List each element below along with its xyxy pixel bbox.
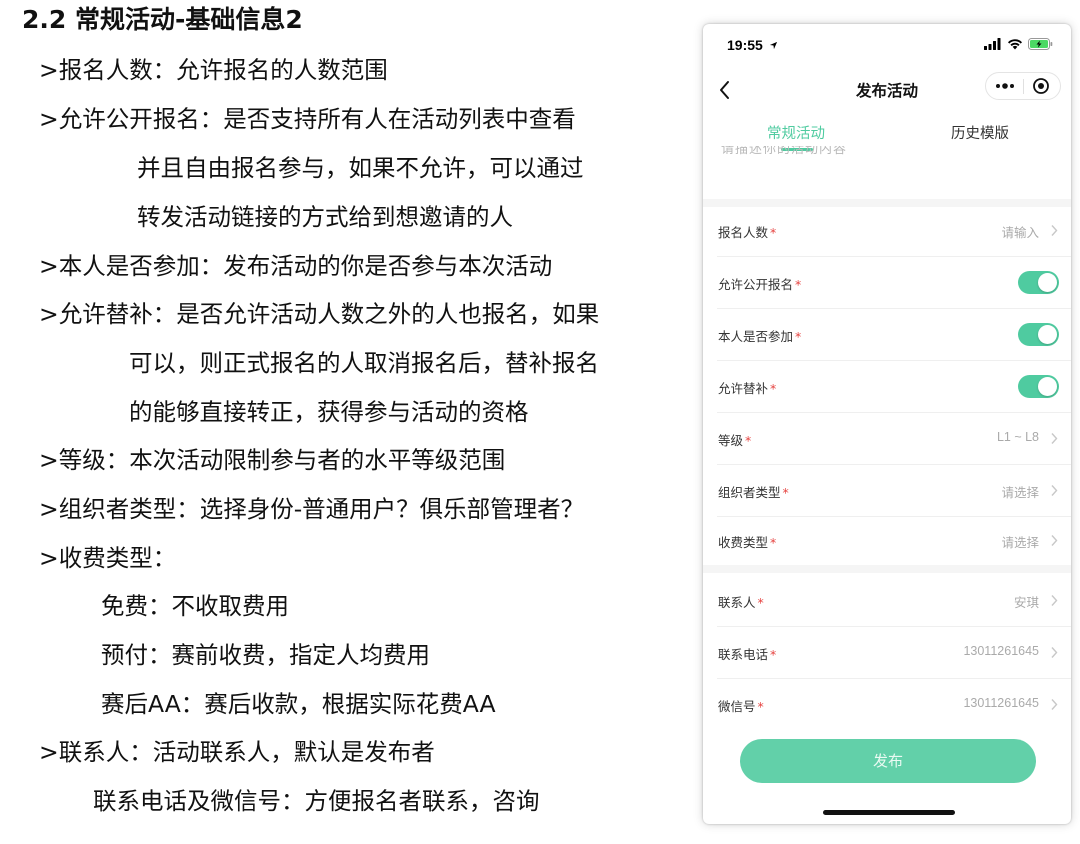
- required-mark: *: [745, 433, 752, 448]
- row-label: 报名人数 *: [718, 225, 777, 240]
- toggle-knob: [1038, 273, 1057, 292]
- phone-screen: 19:55 发布活动 常规活动 历史模版 请描述你的活动内容 报名人数 * 请输…: [703, 24, 1071, 824]
- doc-line: 的能够直接转正，获得参与活动的资格: [129, 398, 529, 426]
- row-label: 联系人 *: [718, 595, 764, 610]
- chevron-right-icon: [1051, 647, 1058, 658]
- description-text-cut: 请描述你的活动内容: [721, 146, 891, 158]
- required-mark: *: [795, 329, 802, 344]
- row-label: 组织者类型 *: [718, 485, 789, 500]
- form-row-wechat[interactable]: 微信号 * 13011261645: [703, 679, 1071, 731]
- doc-line: 赛后AA：赛后收款，根据实际花费AA: [101, 690, 496, 718]
- doc-line: 并且自由报名参与，如果不允许，可以通过: [137, 154, 584, 182]
- signal-icon: [984, 38, 1001, 50]
- form-row-public-signup: 允许公开报名 *: [703, 257, 1071, 309]
- home-indicator[interactable]: [823, 810, 955, 815]
- doc-title: 2.2 常规活动-基础信息2: [22, 5, 303, 34]
- capsule-divider: [1023, 79, 1024, 94]
- status-time-text: 19:55: [727, 37, 763, 53]
- chevron-right-icon: [1051, 699, 1058, 710]
- location-arrow-icon: [769, 41, 777, 50]
- doc-line: >允许替补：是否允许活动人数之外的人也报名，如果: [39, 300, 600, 328]
- doc-line: 可以，则正式报名的人取消报名后，替补报名: [129, 349, 599, 377]
- more-dots-icon[interactable]: [994, 79, 1016, 93]
- battery-charging-icon: [1028, 38, 1053, 50]
- required-mark: *: [782, 485, 789, 500]
- form-row-organizer-type[interactable]: 组织者类型 * 请选择: [703, 465, 1071, 517]
- required-mark: *: [770, 381, 777, 396]
- description-text: 请描述你的活动内容: [721, 146, 848, 157]
- tab-regular-activity[interactable]: 常规活动: [736, 122, 856, 143]
- toggle-knob: [1038, 325, 1057, 344]
- fee-type-select[interactable]: 请选择: [1001, 532, 1039, 551]
- row-label: 允许替补 *: [718, 381, 777, 396]
- form-row-phone[interactable]: 联系电话 * 13011261645: [703, 627, 1071, 679]
- row-label: 允许公开报名 *: [718, 277, 802, 292]
- wifi-icon: [1008, 39, 1022, 50]
- required-mark: *: [770, 647, 777, 662]
- signup-count-input[interactable]: 请输入: [1001, 222, 1039, 241]
- doc-line: >收费类型：: [39, 544, 177, 572]
- publish-button[interactable]: 发布: [740, 739, 1036, 783]
- chevron-right-icon: [1051, 433, 1058, 444]
- public-signup-toggle[interactable]: [1018, 271, 1059, 294]
- form-row-contact[interactable]: 联系人 * 安琪: [703, 575, 1071, 627]
- required-mark: *: [795, 277, 802, 292]
- status-icons: [984, 38, 1053, 50]
- nav-bar: 发布活动: [703, 68, 1071, 112]
- miniprogram-capsule: [985, 72, 1061, 100]
- self-join-toggle[interactable]: [1018, 323, 1059, 346]
- doc-line: >报名人数：允许报名的人数范围: [39, 56, 388, 84]
- doc-line: >允许公开报名：是否支持所有人在活动列表中查看: [39, 105, 576, 133]
- form-row-substitute: 允许替补 *: [703, 361, 1071, 413]
- doc-line: 转发活动链接的方式给到想邀请的人: [137, 203, 513, 231]
- row-label: 联系电话 *: [718, 647, 777, 662]
- required-mark: *: [757, 595, 764, 610]
- form-row-fee-type[interactable]: 收费类型 * 请选择: [703, 515, 1071, 567]
- status-time: 19:55: [727, 37, 778, 53]
- contact-name-input[interactable]: 安琪: [1014, 592, 1039, 611]
- form-row-signup-count[interactable]: 报名人数 * 请输入: [703, 205, 1071, 257]
- doc-line: 预付：赛前收费，指定人均费用: [101, 641, 430, 669]
- level-range-value[interactable]: L1 ~ L8: [997, 430, 1039, 444]
- status-bar: 19:55: [703, 24, 1071, 68]
- chevron-right-icon: [1051, 595, 1058, 606]
- organizer-type-select[interactable]: 请选择: [1001, 482, 1039, 501]
- chevron-right-icon: [1051, 535, 1058, 546]
- required-mark: *: [770, 225, 777, 240]
- doc-line: 免费：不收取费用: [101, 592, 289, 620]
- chevron-right-icon: [1051, 485, 1058, 496]
- close-target-icon[interactable]: [1032, 77, 1050, 95]
- row-label: 收费类型 *: [718, 535, 777, 550]
- chevron-right-icon: [1051, 225, 1058, 236]
- row-label: 等级 *: [718, 433, 752, 448]
- doc-line: 联系电话及微信号：方便报名者联系，咨询: [93, 787, 540, 815]
- required-mark: *: [770, 535, 777, 550]
- substitute-toggle[interactable]: [1018, 375, 1059, 398]
- row-label: 本人是否参加 *: [718, 329, 802, 344]
- row-label: 微信号 *: [718, 699, 764, 714]
- form-row-self-join: 本人是否参加 *: [703, 309, 1071, 361]
- required-mark: *: [757, 699, 764, 714]
- tab-history-template[interactable]: 历史模版: [920, 122, 1040, 143]
- toggle-knob: [1038, 377, 1057, 396]
- wechat-id-input[interactable]: 13011261645: [963, 696, 1039, 710]
- doc-line: >本人是否参加：发布活动的你是否参与本次活动: [39, 252, 553, 280]
- form-row-level[interactable]: 等级 * L1 ~ L8: [703, 413, 1071, 465]
- doc-line: >等级：本次活动限制参与者的水平等级范围: [39, 446, 506, 474]
- doc-line: >组织者类型：选择身份-普通用户？俱乐部管理者？: [39, 495, 585, 523]
- contact-phone-input[interactable]: 13011261645: [963, 644, 1039, 658]
- doc-line: >联系人：活动联系人，默认是发布者: [39, 738, 435, 766]
